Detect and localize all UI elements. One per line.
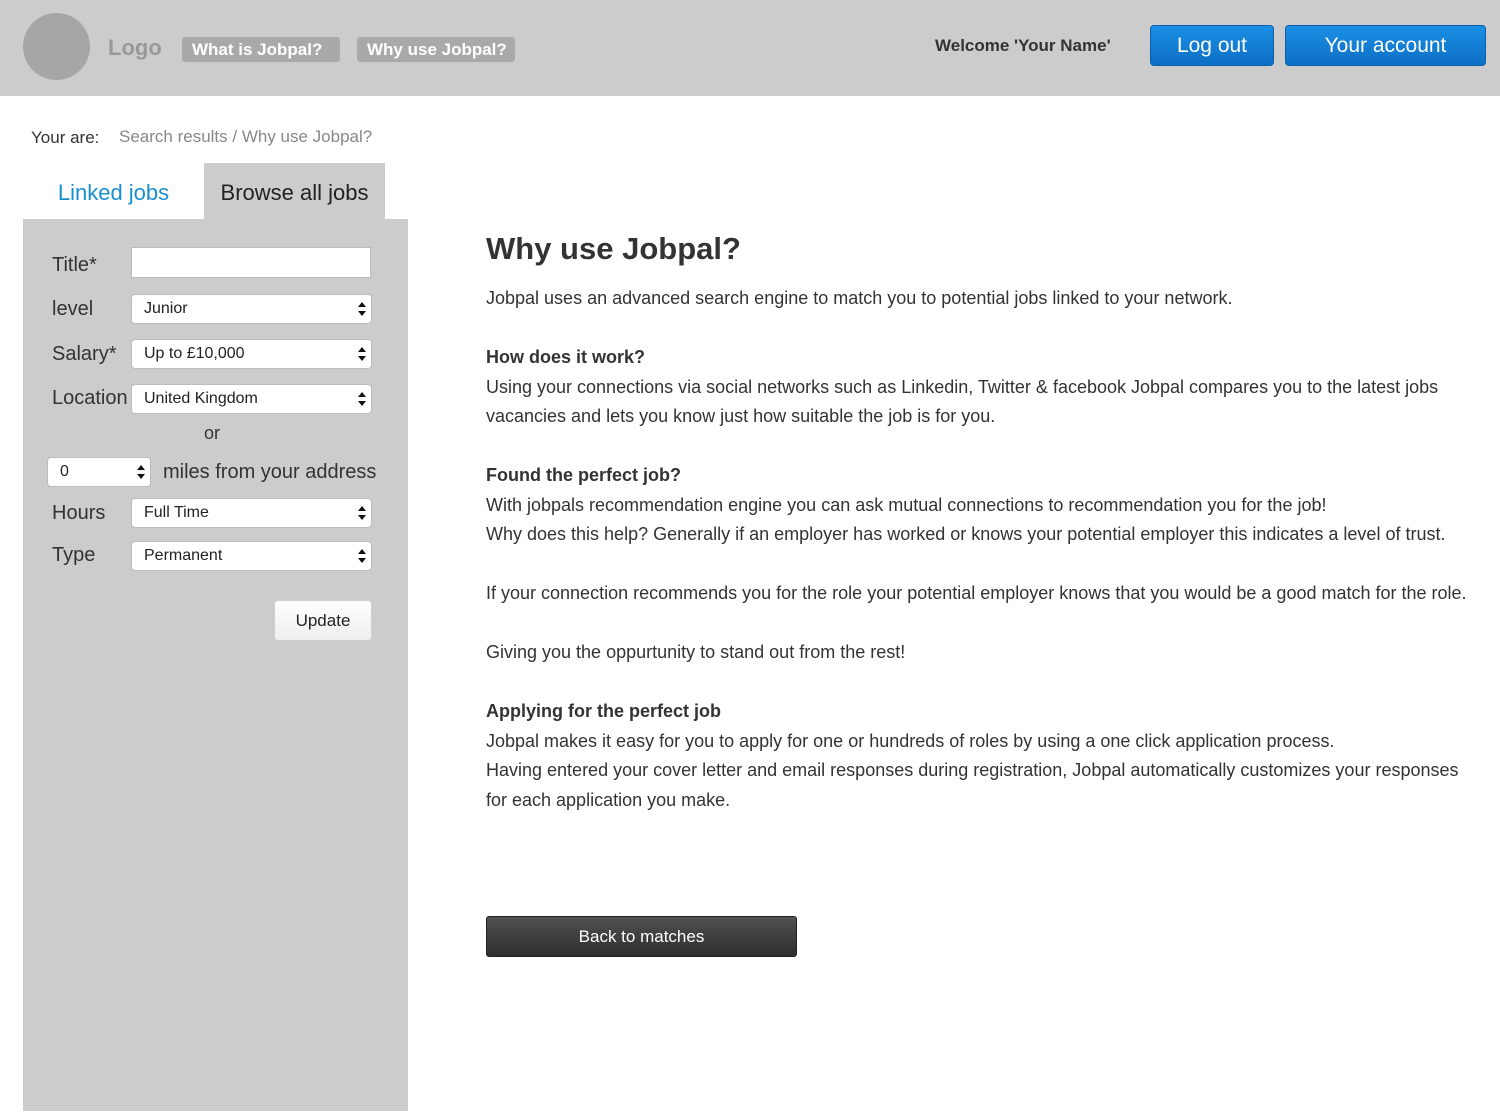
- level-select-value: Junior: [144, 300, 188, 317]
- salary-select-value: Up to £10,000: [144, 345, 245, 362]
- tab-linked-jobs[interactable]: Linked jobs: [23, 163, 204, 219]
- select-arrows-icon: [137, 465, 145, 479]
- how-text: Using your connections via social networ…: [486, 376, 1439, 427]
- apply-heading: Applying for the perfect job: [486, 701, 722, 721]
- hours-label: Hours: [52, 502, 106, 524]
- page-title: Why use Jobpal?: [486, 231, 741, 266]
- intro-text: Jobpal uses an advanced search engine to…: [486, 288, 1233, 308]
- type-select-value: Permanent: [144, 547, 223, 564]
- location-select[interactable]: United Kingdom: [131, 384, 372, 414]
- apply-text-2: Having entered your cover letter and ema…: [486, 760, 1459, 810]
- or-text: or: [204, 423, 221, 443]
- tab-browse-all-jobs[interactable]: Browse all jobs: [204, 163, 385, 220]
- apply-text-1: Jobpal makes it easy for you to apply fo…: [486, 730, 1335, 751]
- hours-select[interactable]: Full Time: [131, 498, 372, 528]
- logout-button[interactable]: Log out: [1150, 25, 1274, 66]
- nav-why-use-jobpal[interactable]: Why use Jobpal?: [357, 37, 515, 62]
- type-select[interactable]: Permanent: [131, 541, 372, 571]
- breadcrumb-label: Your are:: [31, 128, 100, 147]
- select-arrows-icon: [358, 347, 366, 361]
- select-arrows-icon: [358, 392, 366, 406]
- found-heading: Found the perfect job?: [486, 465, 681, 485]
- top-header: Logo What is Jobpal? Why use Jobpal? Wel…: [0, 0, 1500, 96]
- select-arrows-icon: [358, 506, 366, 520]
- breadcrumb[interactable]: Search results / Why use Jobpal?: [119, 127, 372, 147]
- main-content: Why use Jobpal? Jobpal uses an advanced …: [486, 230, 1476, 815]
- found-text-1: With jobpals recommendation engine you c…: [486, 494, 1327, 515]
- salary-label: Salary*: [52, 343, 117, 365]
- nav-what-is-jobpal[interactable]: What is Jobpal?: [182, 37, 340, 62]
- how-heading: How does it work?: [486, 347, 646, 367]
- logo-circle-icon[interactable]: [23, 13, 90, 80]
- level-label: level: [52, 298, 94, 320]
- update-button[interactable]: Update: [274, 600, 372, 641]
- found-text-2: Why does this help? Generally if an empl…: [486, 524, 1446, 544]
- back-to-matches-button[interactable]: Back to matches: [486, 916, 797, 957]
- miles-select[interactable]: 0: [47, 457, 151, 487]
- welcome-text: Welcome 'Your Name': [935, 36, 1111, 55]
- location-select-value: United Kingdom: [144, 390, 258, 407]
- title-label: Title*: [52, 254, 97, 276]
- level-select[interactable]: Junior: [131, 294, 372, 324]
- your-account-button[interactable]: Your account: [1285, 25, 1486, 66]
- title-input[interactable]: [131, 247, 371, 278]
- miles-label: miles from your address: [163, 461, 377, 483]
- miles-select-value: 0: [60, 463, 69, 480]
- standout-text: Giving you the oppurtunity to stand out …: [486, 642, 906, 662]
- recommend-text: If your connection recommends you for th…: [486, 583, 1467, 603]
- select-arrows-icon: [358, 549, 366, 563]
- location-label: Location: [52, 387, 128, 409]
- select-arrows-icon: [358, 302, 366, 316]
- logo-text[interactable]: Logo: [108, 35, 162, 61]
- hours-select-value: Full Time: [144, 504, 209, 521]
- salary-select[interactable]: Up to £10,000: [131, 339, 372, 369]
- type-label: Type: [52, 544, 96, 566]
